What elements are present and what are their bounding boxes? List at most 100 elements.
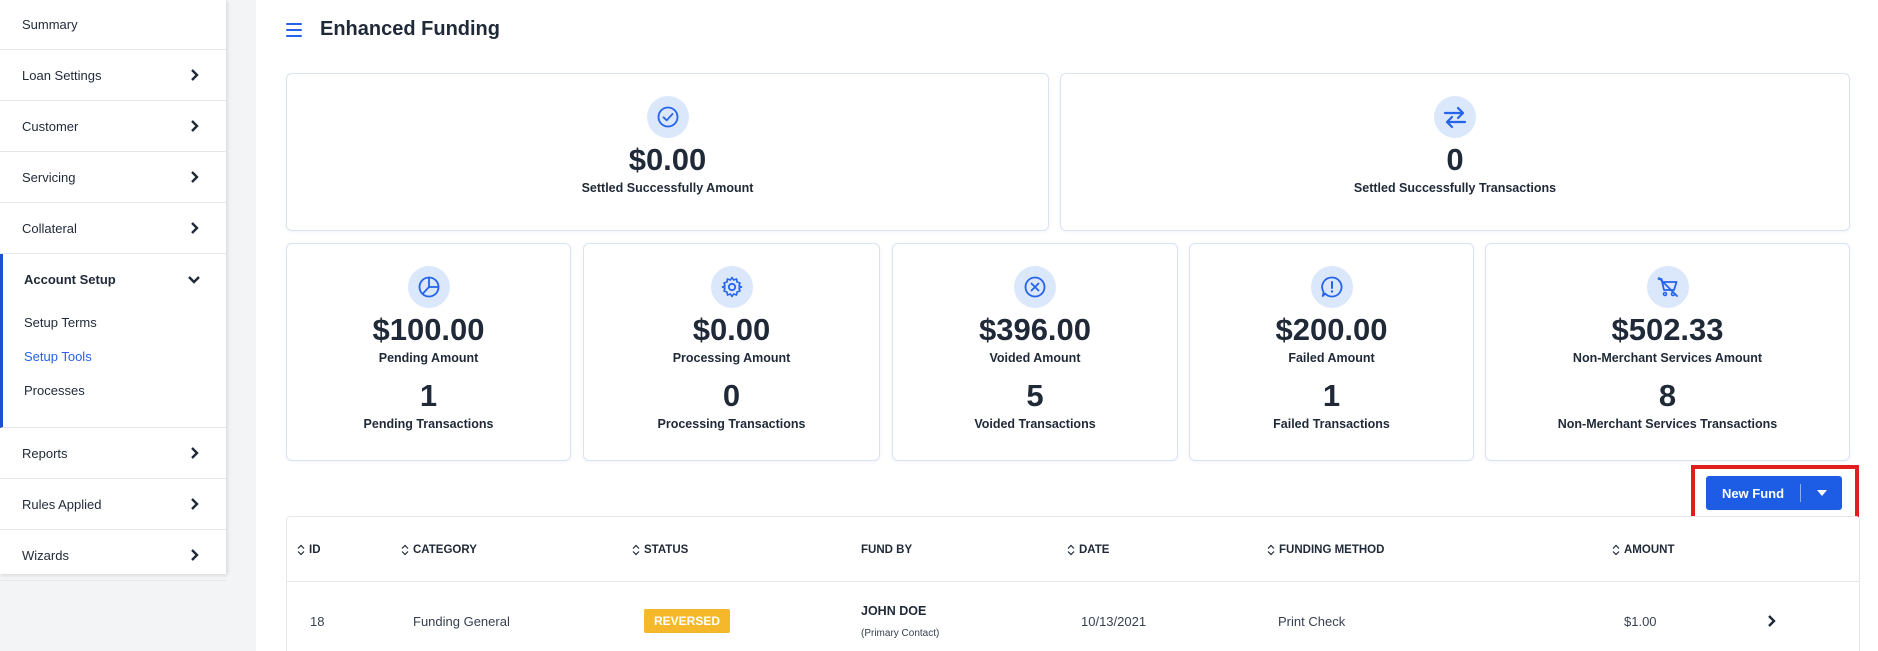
sidebar-item-loan-settings[interactable]: Loan Settings [0,50,226,101]
column-header-label: CATEGORY [413,543,477,556]
column-header-status[interactable]: STATUS [632,517,688,582]
sidebar-item-label: Servicing [22,169,76,185]
sidebar: Summary Loan Settings Customer Servicing… [0,0,226,581]
highlight-box [1691,465,1859,523]
non-merchant-count-label: Non-Merchant Services Transactions [1557,417,1778,431]
column-header-label: STATUS [644,543,689,556]
sidebar-item-label: Wizards [22,547,69,563]
voided-count-label: Voided Transactions [974,417,1096,431]
pending-amount-label: Pending Amount [378,351,479,365]
chevron-down-icon [186,272,202,288]
sidebar-item-label: Collateral [22,220,77,236]
sidebar-item-label: Loan Settings [22,67,102,83]
alert-bubble-icon [1310,266,1353,308]
cell-funding-method: Print Check [1278,613,1346,629]
non-merchant-card: $502.33 Non-Merchant Services Amount 8 N… [1485,243,1850,461]
sidebar-item-label: Reports [22,445,68,461]
failed-count-label: Failed Transactions [1273,417,1390,431]
cell-status: REVERSED [644,582,731,651]
cart-off-icon [1646,266,1689,308]
main-content: Enhanced Funding $0.00 Settled Successfu… [256,0,1878,651]
column-header-fund-by: FUND BY [861,517,912,582]
sort-icon [1067,544,1075,555]
sidebar-item-rules-applied[interactable]: Rules Applied [0,479,226,530]
processing-count-value: 0 [722,378,741,413]
column-header-funding-method[interactable]: FUNDING METHOD [1267,517,1384,582]
column-header-label: FUND BY [861,543,913,556]
sidebar-subitem-processes[interactable]: Processes [3,373,226,407]
chevron-right-icon [186,496,202,512]
settled-transactions-label: Settled Successfully Transactions [1353,181,1557,195]
pie-chart-icon [407,266,450,308]
gear-icon [710,266,753,308]
settled-amount-card: $0.00 Settled Successfully Amount [286,73,1049,231]
page-header: Enhanced Funding [286,18,500,41]
non-merchant-count-value: 8 [1658,378,1677,413]
cell-fund-by: JOHN DOE (Primary Contact) [861,582,939,651]
processing-amount-value: $0.00 [692,312,771,347]
table-header: ID CATEGORY STATUS FUND BY DATE FUNDING … [287,517,1859,582]
voided-count-value: 5 [1026,378,1044,413]
settled-amount-label: Settled Successfully Amount [581,181,754,195]
fund-by-name: JOHN DOE [861,603,927,618]
sidebar-item-summary[interactable]: Summary [0,0,226,50]
failed-count-value: 1 [1322,378,1341,413]
table-row[interactable]: 18 Funding General REVERSED JOHN DOE (Pr… [287,582,1859,651]
page-title: Enhanced Funding [320,18,500,40]
column-header-label: DATE [1079,543,1110,556]
column-header-label: AMOUNT [1624,543,1675,556]
sidebar-item-account-setup[interactable]: Account Setup [3,254,226,305]
non-merchant-amount-label: Non-Merchant Services Amount [1572,351,1763,365]
sidebar-item-reports[interactable]: Reports [0,428,226,479]
cell-category: Funding General [413,613,510,629]
processing-count-label: Processing Transactions [657,417,806,431]
sidebar-item-wizards[interactable]: Wizards [0,530,226,581]
fund-by-role: (Primary Contact) [861,627,940,639]
non-merchant-amount-value: $502.33 [1611,312,1724,347]
pending-count-value: 1 [419,378,438,413]
failed-card: $200.00 Failed Amount 1 Failed Transacti… [1189,243,1474,461]
settled-amount-value: $0.00 [628,142,707,177]
column-header-id[interactable]: ID [297,517,321,582]
chevron-right-icon [186,220,202,236]
cell-amount: $1.00 [1624,613,1657,629]
check-circle-icon [646,96,689,138]
sidebar-subitem-label: Processes [24,382,85,398]
failed-amount-value: $200.00 [1275,312,1388,347]
voided-card: $396.00 Voided Amount 5 Voided Transacti… [892,243,1178,461]
sort-icon [297,544,305,555]
sort-icon [401,544,409,555]
sort-icon [1267,544,1275,555]
sidebar-item-customer[interactable]: Customer [0,101,226,152]
failed-amount-label: Failed Amount [1288,351,1375,365]
voided-amount-value: $396.00 [978,312,1092,347]
hamburger-menu-icon[interactable] [286,22,302,37]
sidebar-subitem-setup-tools[interactable]: Setup Tools [3,339,226,373]
processing-card: $0.00 Processing Amount 0 Processing Tra… [583,243,880,461]
column-header-amount[interactable]: AMOUNT [1612,517,1674,582]
swap-arrows-icon [1434,96,1476,138]
chevron-right-icon [186,118,202,134]
column-header-label: FUNDING METHOD [1279,543,1385,556]
voided-amount-label: Voided Amount [989,351,1081,365]
sort-icon [632,544,640,555]
sidebar-item-servicing[interactable]: Servicing [0,152,226,203]
sidebar-subitem-label: Setup Terms [24,314,97,330]
sort-icon [1612,544,1620,555]
funding-table: ID CATEGORY STATUS FUND BY DATE FUNDING … [286,516,1860,651]
settled-transactions-card: 0 Settled Successfully Transactions [1060,73,1850,231]
sidebar-item-collateral[interactable]: Collateral [0,203,226,254]
sidebar-item-label: Rules Applied [22,496,102,512]
chevron-right-icon [186,169,202,185]
column-header-category[interactable]: CATEGORY [401,517,477,582]
sidebar-group-account-setup: Account Setup Setup Terms Setup Tools Pr… [0,254,226,428]
pending-card: $100.00 Pending Amount 1 Pending Transac… [286,243,571,461]
cell-id: 18 [310,613,325,629]
chevron-right-icon [186,547,202,563]
sidebar-item-label: Customer [22,118,79,134]
cell-date: 10/13/2021 [1081,613,1147,629]
processing-amount-label: Processing Amount [672,351,791,365]
column-header-date[interactable]: DATE [1067,517,1109,582]
row-chevron-right-icon[interactable] [1767,582,1776,651]
sidebar-subitem-setup-terms[interactable]: Setup Terms [3,305,226,339]
